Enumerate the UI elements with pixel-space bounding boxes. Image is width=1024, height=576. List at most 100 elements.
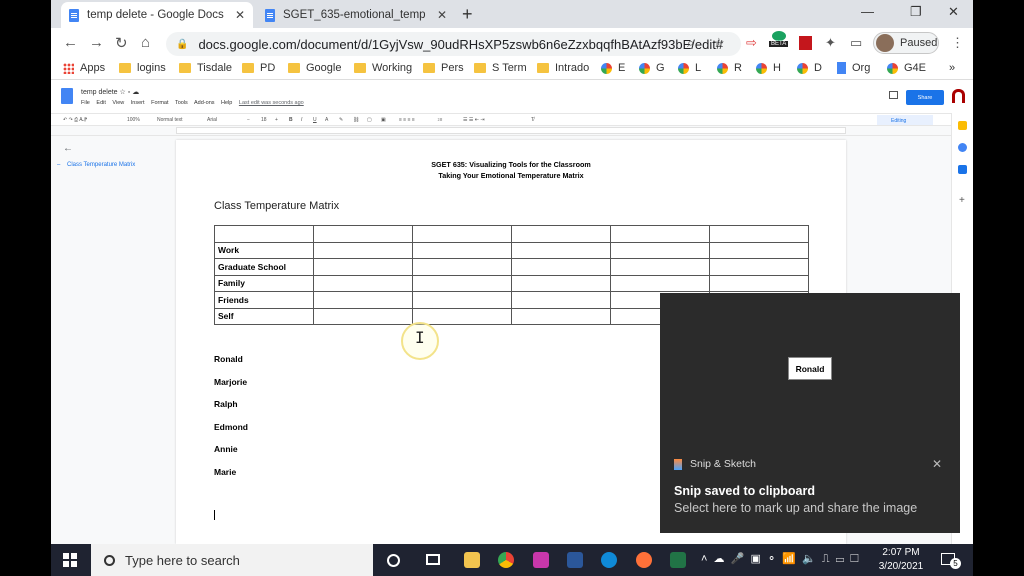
bookmarks-overflow[interactable]: » xyxy=(949,62,955,74)
link-icon[interactable]: ⛓ xyxy=(353,117,359,123)
bookmark-d[interactable]: D xyxy=(797,62,822,74)
bookmark-apps[interactable]: Apps xyxy=(63,62,105,74)
menu-addons[interactable]: Add-ons xyxy=(194,100,215,106)
bookmark-g4e[interactable]: G4E xyxy=(887,62,926,74)
align-icons[interactable]: ≡ ≡ ≡ ≡ xyxy=(399,117,415,123)
forward-icon[interactable]: → xyxy=(89,34,104,51)
chrome-taskbar-icon[interactable] xyxy=(498,552,514,568)
bold-icon[interactable]: B xyxy=(289,117,293,123)
image-icon[interactable]: ▣ xyxy=(381,117,386,123)
table-cell[interactable] xyxy=(214,225,314,243)
bookmark-r[interactable]: R xyxy=(717,62,742,74)
task-view-icon[interactable] xyxy=(426,554,440,565)
pdf-extension-icon[interactable] xyxy=(799,36,812,50)
cast-icon[interactable]: ▭ xyxy=(850,35,862,51)
move-folder-icon[interactable]: ▫ xyxy=(128,89,130,96)
bookmark-h[interactable]: H xyxy=(756,62,781,74)
taskbar-search[interactable]: Type here to search xyxy=(91,544,373,576)
close-window-icon[interactable]: ✕ xyxy=(948,4,959,20)
table-cell[interactable] xyxy=(610,225,710,243)
profile-button[interactable]: Paused xyxy=(873,32,939,54)
font-size-decrease-icon[interactable]: − xyxy=(247,117,250,123)
menu-format[interactable]: Format xyxy=(151,100,168,106)
table-cell[interactable] xyxy=(610,241,710,259)
bookmark-star-icon[interactable]: ☆ xyxy=(713,35,725,51)
table-cell[interactable]: Friends xyxy=(214,291,314,309)
table-cell[interactable]: Self xyxy=(214,307,314,325)
close-tab-icon[interactable]: ✕ xyxy=(235,8,245,22)
bookmark-s-term[interactable]: S Term xyxy=(474,62,527,74)
table-cell[interactable] xyxy=(511,274,611,292)
outline-item[interactable]: Class Temperature Matrix xyxy=(57,162,135,168)
italic-icon[interactable]: I xyxy=(301,117,302,123)
minimize-icon[interactable]: — xyxy=(861,4,874,19)
table-cell[interactable] xyxy=(511,258,611,276)
outline-back-icon[interactable]: ← xyxy=(63,143,73,154)
bookmark-l[interactable]: L xyxy=(678,62,701,74)
extensions-puzzle-icon[interactable]: ✦ xyxy=(825,35,836,51)
bookmark-pd[interactable]: PD xyxy=(242,62,275,74)
menu-tools[interactable]: Tools xyxy=(175,100,188,106)
cortana-icon[interactable] xyxy=(387,554,400,567)
keep-icon[interactable] xyxy=(958,121,967,130)
bookmark-working[interactable]: Working xyxy=(354,62,412,74)
bookmark-e[interactable]: E xyxy=(601,62,625,74)
new-tab-button[interactable]: + xyxy=(462,4,473,25)
windows-start-icon[interactable] xyxy=(63,553,77,567)
zoom-select[interactable]: 100% xyxy=(127,117,140,123)
snip-preview[interactable]: Ronald xyxy=(788,357,832,380)
bookmark-google[interactable]: Google xyxy=(288,62,341,74)
table-cell[interactable] xyxy=(313,241,413,259)
table-cell[interactable] xyxy=(610,274,710,292)
edge-icon[interactable] xyxy=(601,552,617,568)
table-cell[interactable] xyxy=(313,258,413,276)
table-cell[interactable] xyxy=(511,307,611,325)
table-cell[interactable] xyxy=(511,241,611,259)
font-select[interactable]: Arial xyxy=(207,117,217,123)
style-select[interactable]: Normal text xyxy=(157,117,183,123)
editing-mode-select[interactable]: Editing xyxy=(877,115,933,125)
menu-kebab-icon[interactable]: ⋮ xyxy=(951,35,964,51)
bookmark-g[interactable]: G xyxy=(639,62,665,74)
snip-notification[interactable]: Ronald Snip & Sketch ✕ Snip saved to cli… xyxy=(660,293,960,533)
bookmark-pers[interactable]: Pers xyxy=(423,62,464,74)
table-cell[interactable] xyxy=(709,274,809,292)
document-title[interactable]: temp delete ☆ ▫ ☁ xyxy=(81,88,139,96)
clear-format-icon[interactable]: T̸ xyxy=(531,117,534,123)
bookmark-org[interactable]: Org xyxy=(837,62,870,74)
instagram-icon[interactable] xyxy=(533,552,549,568)
table-cell[interactable] xyxy=(313,225,413,243)
close-notification-icon[interactable]: ✕ xyxy=(932,457,942,471)
table-cell[interactable] xyxy=(709,225,809,243)
close-tab-icon[interactable]: ✕ xyxy=(437,8,447,22)
home-icon[interactable]: ⌂ xyxy=(141,34,150,51)
table-cell[interactable]: Work xyxy=(214,241,314,259)
reload-icon[interactable]: ↻ xyxy=(115,34,128,52)
underline-icon[interactable]: U xyxy=(313,117,317,123)
add-addon-icon[interactable]: + xyxy=(959,195,965,206)
font-size-input[interactable]: 18 xyxy=(261,117,267,123)
comment-add-icon[interactable]: ▢ xyxy=(367,117,372,123)
last-edit-link[interactable]: Last edit was seconds ago xyxy=(239,100,304,106)
firefox-icon[interactable] xyxy=(636,552,652,568)
table-cell[interactable] xyxy=(412,291,512,309)
undo-redo-print-icons[interactable]: ↶ ↷ ⎙ A̶ ⁋ xyxy=(63,117,87,123)
tab-sget[interactable]: SGET_635-emotional_temperatur ✕ xyxy=(257,2,455,28)
comments-icon[interactable] xyxy=(889,91,898,99)
table-cell[interactable] xyxy=(709,241,809,259)
table-cell[interactable] xyxy=(511,225,611,243)
table-cell[interactable] xyxy=(709,258,809,276)
word-icon[interactable] xyxy=(567,552,583,568)
docs-logo-icon[interactable] xyxy=(61,88,73,104)
star-icon[interactable]: ☆ xyxy=(120,89,126,96)
line-spacing-icon[interactable]: ↕≡ xyxy=(437,117,442,123)
system-tray-icons[interactable]: ˄ ☁ 🎤 ▣ ⚬ 📶 🔈 ⎍ ▭ ☐ xyxy=(701,552,859,566)
bookmark-logins[interactable]: logins xyxy=(119,62,166,74)
text-color-icon[interactable]: A xyxy=(325,117,328,123)
tasks-icon[interactable] xyxy=(958,143,967,152)
bookmark-intrado[interactable]: Intrado xyxy=(537,62,589,74)
account-logo-icon[interactable] xyxy=(952,89,965,103)
table-cell[interactable] xyxy=(412,307,512,325)
menu-help[interactable]: Help xyxy=(221,100,232,106)
list-icons[interactable]: ☰ ☰ ⇤ ⇥ xyxy=(463,117,485,123)
